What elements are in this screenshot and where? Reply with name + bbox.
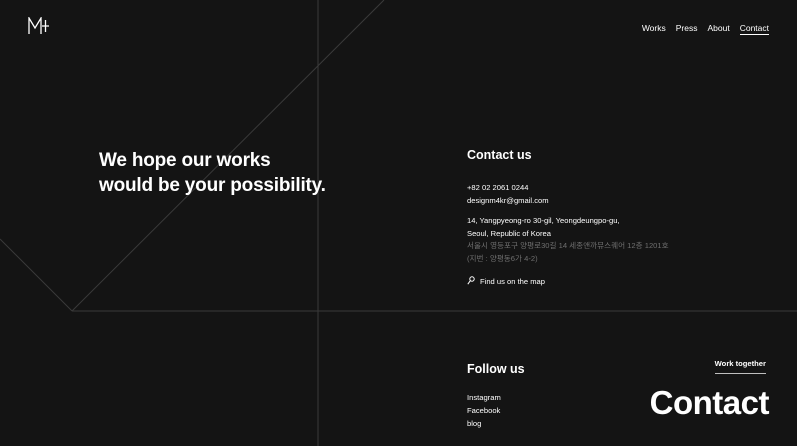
nav-item-contact[interactable]: Contact (739, 23, 769, 35)
address-korean-1: 서울시 영등포구 양평로30길 14 세종앤까뮤스퀘어 12층 1201호 (467, 241, 669, 250)
hero-tagline: We hope our works would be your possibil… (99, 148, 326, 198)
background-decoration-lines (0, 0, 797, 446)
m4-logo-icon[interactable] (28, 15, 50, 35)
work-together-label[interactable]: Work together (714, 359, 766, 374)
contact-heading[interactable]: Contact (650, 384, 770, 422)
social-links: Instagram Facebook blog (467, 391, 501, 430)
phone-number[interactable]: +82 02 2061 0244 (467, 182, 549, 195)
nav-item-press[interactable]: Press (676, 23, 698, 35)
find-on-map-link[interactable]: Find us on the map (467, 276, 545, 287)
hero-line-2: would be your possibility. (99, 175, 326, 196)
blog-link[interactable]: blog (467, 417, 501, 430)
nav-item-about[interactable]: About (707, 23, 729, 35)
contact-title: Contact us (467, 148, 532, 162)
follow-title: Follow us (467, 362, 525, 376)
instagram-link[interactable]: Instagram (467, 391, 501, 404)
address-block: 14, Yangpyeong-ro 30-gil, Yeongdeungpo-g… (467, 215, 669, 265)
address-line-1: 14, Yangpyeong-ro 30-gil, Yeongdeungpo-g… (467, 216, 620, 225)
top-navigation: Works Press About Contact (642, 23, 769, 35)
email-address[interactable]: designm4kr@gmail.com (467, 195, 549, 208)
map-link-label: Find us on the map (480, 277, 546, 286)
diagonal-line-lower (0, 238, 73, 312)
map-pin-icon (467, 276, 475, 287)
address-korean-2: (지번 : 양평동6가 4-2) (467, 253, 538, 263)
contact-details: +82 02 2061 0244 designm4kr@gmail.com (467, 182, 549, 207)
hero-line-1: We hope our works (99, 150, 271, 171)
nav-item-works[interactable]: Works (642, 23, 666, 35)
address-line-2: Seoul, Republic of Korea (467, 228, 552, 238)
facebook-link[interactable]: Facebook (467, 404, 501, 417)
